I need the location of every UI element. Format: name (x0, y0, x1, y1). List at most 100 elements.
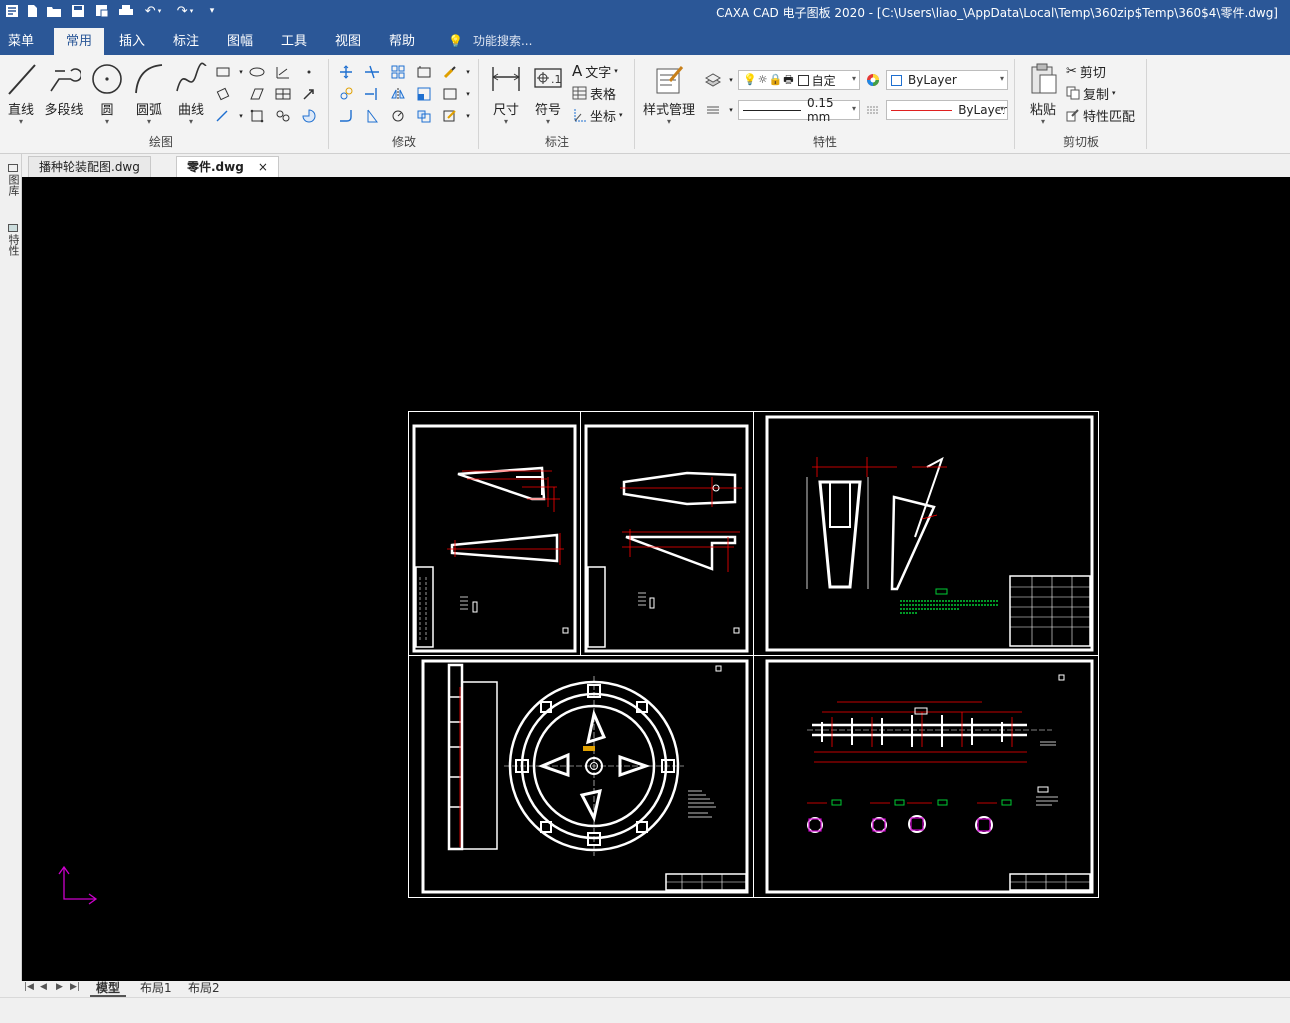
array-icon[interactable] (389, 63, 407, 81)
dimension-button[interactable]: 尺寸 ▾ (487, 61, 525, 129)
layer-select[interactable]: 💡☼🔒🖶 自定 ▾ (738, 70, 860, 90)
circle-button[interactable]: 圆 ▾ (88, 61, 126, 129)
customize-toolbar-icon[interactable]: ▾ (204, 1, 220, 21)
part-sheet-3[interactable] (765, 415, 1094, 652)
arc-label: 圆弧 (135, 103, 162, 118)
part-sheet-4[interactable] (421, 659, 749, 894)
cut-label: 剪切 (1079, 65, 1106, 81)
color-wheel-icon[interactable] (864, 71, 882, 89)
app-logo-icon[interactable] (2, 1, 22, 21)
extend-icon[interactable] (363, 85, 381, 103)
redo-icon[interactable]: ↷ ▾ (172, 1, 198, 21)
fillet-icon[interactable] (337, 107, 355, 125)
new-file-icon[interactable] (22, 1, 42, 21)
tab-model[interactable]: 模型 (90, 981, 127, 997)
close-icon[interactable]: × (258, 160, 268, 174)
part-sheet-1[interactable] (412, 424, 577, 653)
brush-dropdown-icon[interactable]: ▾ (459, 63, 477, 81)
explode-icon[interactable] (441, 85, 459, 103)
tab-part-drawing[interactable]: 零件.dwg × (176, 156, 279, 177)
tab-annotate[interactable]: 标注 (164, 28, 208, 55)
text-label: 文字 (585, 65, 612, 81)
open-folder-icon[interactable] (44, 1, 64, 21)
paste-button[interactable]: 粘贴 ▾ (1024, 61, 1062, 129)
coordinate-button[interactable]: 坐标 ▾ (572, 105, 623, 125)
part-sheet-2[interactable] (584, 424, 749, 653)
linewidth-select[interactable]: 0.15 mm ▾ (738, 96, 860, 124)
separator (1146, 59, 1147, 149)
region-icon[interactable] (300, 107, 318, 125)
offset-icon[interactable] (415, 63, 433, 81)
cut-button[interactable]: ✂ 剪切 (1066, 61, 1106, 81)
rotate-icon[interactable] (389, 107, 407, 125)
prev-layout-icon[interactable]: ◀ (40, 982, 47, 992)
trim-icon[interactable] (363, 63, 381, 81)
layer-manager-icon[interactable] (704, 71, 722, 89)
linetype-icon[interactable] (864, 101, 882, 119)
parallel-line-icon[interactable] (214, 107, 232, 125)
scale-icon[interactable] (415, 85, 433, 103)
match-properties-button[interactable]: 特性匹配 (1066, 105, 1135, 125)
save-icon[interactable] (68, 1, 88, 21)
tab-sheet[interactable]: 图幅 (218, 28, 262, 55)
line-button[interactable]: 直线 ▾ (2, 61, 40, 129)
drawing-canvas[interactable] (22, 177, 1290, 981)
properties-panel-tab[interactable]: 特性 (3, 224, 20, 256)
copy-button[interactable]: 复制 ▾ (1066, 83, 1116, 103)
library-icon (8, 164, 18, 172)
paste-icon (1031, 63, 1057, 94)
document-tab-bar: 播种轮装配图.dwg 零件.dwg × (0, 154, 1290, 177)
tab-home[interactable]: 常用 (54, 28, 104, 55)
move-icon[interactable] (337, 63, 355, 81)
style-manager-button[interactable]: 样式管理 ▾ (640, 61, 698, 129)
copy-move-icon[interactable] (337, 85, 355, 103)
explode-dropdown-icon[interactable]: ▾ (459, 85, 477, 103)
print-icon[interactable] (116, 1, 136, 21)
arc-icon (135, 64, 163, 94)
line-style-icon[interactable] (704, 101, 722, 119)
undo-icon[interactable]: ↶ ▾ (140, 1, 166, 21)
last-layout-icon[interactable]: ▶| (70, 982, 80, 992)
polyline-button[interactable]: 多段线 (44, 61, 84, 129)
tab-insert[interactable]: 插入 (110, 28, 154, 55)
first-layout-icon[interactable]: |◀ (24, 982, 34, 992)
save-as-icon[interactable] (92, 1, 112, 21)
text-button[interactable]: A 文字 ▾ (572, 61, 618, 81)
feature-search[interactable]: 💡 功能搜索... (448, 28, 532, 55)
table-button[interactable]: 表格 (572, 83, 616, 103)
tab-tools[interactable]: 工具 (272, 28, 316, 55)
part-sheet-5[interactable] (765, 659, 1094, 894)
cloud-line-icon[interactable] (274, 107, 292, 125)
tab-help[interactable]: 帮助 (380, 28, 424, 55)
curve-button[interactable]: 曲线 ▾ (172, 61, 210, 129)
brush-icon[interactable] (441, 63, 459, 81)
tab-view[interactable]: 视图 (326, 28, 370, 55)
spline-table-icon[interactable] (274, 85, 292, 103)
polygon-icon[interactable] (214, 85, 232, 103)
edit-dropdown-icon[interactable]: ▾ (459, 107, 477, 125)
tab-layout-2[interactable]: 布局2 (182, 981, 226, 997)
hatch-icon[interactable] (248, 85, 266, 103)
color-select[interactable]: ByLayer ▾ (886, 70, 1008, 90)
tab-assembly-drawing[interactable]: 播种轮装配图.dwg (28, 156, 151, 177)
tab-menu[interactable]: 菜单 (0, 28, 42, 55)
block-icon[interactable] (248, 107, 266, 125)
center-line-icon[interactable] (274, 63, 292, 81)
point-icon[interactable] (300, 63, 318, 81)
library-panel-tab[interactable]: 图库 (3, 164, 20, 196)
ellipse-icon[interactable] (248, 63, 266, 81)
arc-button[interactable]: 圆弧 ▾ (130, 61, 168, 129)
paste-label: 粘贴 (1029, 103, 1056, 118)
symbol-button[interactable]: .1 符号 ▾ (529, 61, 567, 129)
linetype-select[interactable]: ByLayer ▾ (886, 100, 1008, 120)
tab-part-drawing-label: 零件.dwg (187, 160, 244, 174)
edit-icon[interactable] (441, 107, 459, 125)
mirror-icon[interactable] (389, 85, 407, 103)
next-layout-icon[interactable]: ▶ (56, 982, 63, 992)
rectangle-icon[interactable] (214, 63, 232, 81)
tab-layout-1[interactable]: 布局1 (134, 981, 178, 997)
stretch-icon[interactable] (415, 107, 433, 125)
break-icon[interactable] (363, 107, 381, 125)
copy-label: 复制 (1083, 87, 1110, 103)
arrow-icon[interactable] (300, 85, 318, 103)
